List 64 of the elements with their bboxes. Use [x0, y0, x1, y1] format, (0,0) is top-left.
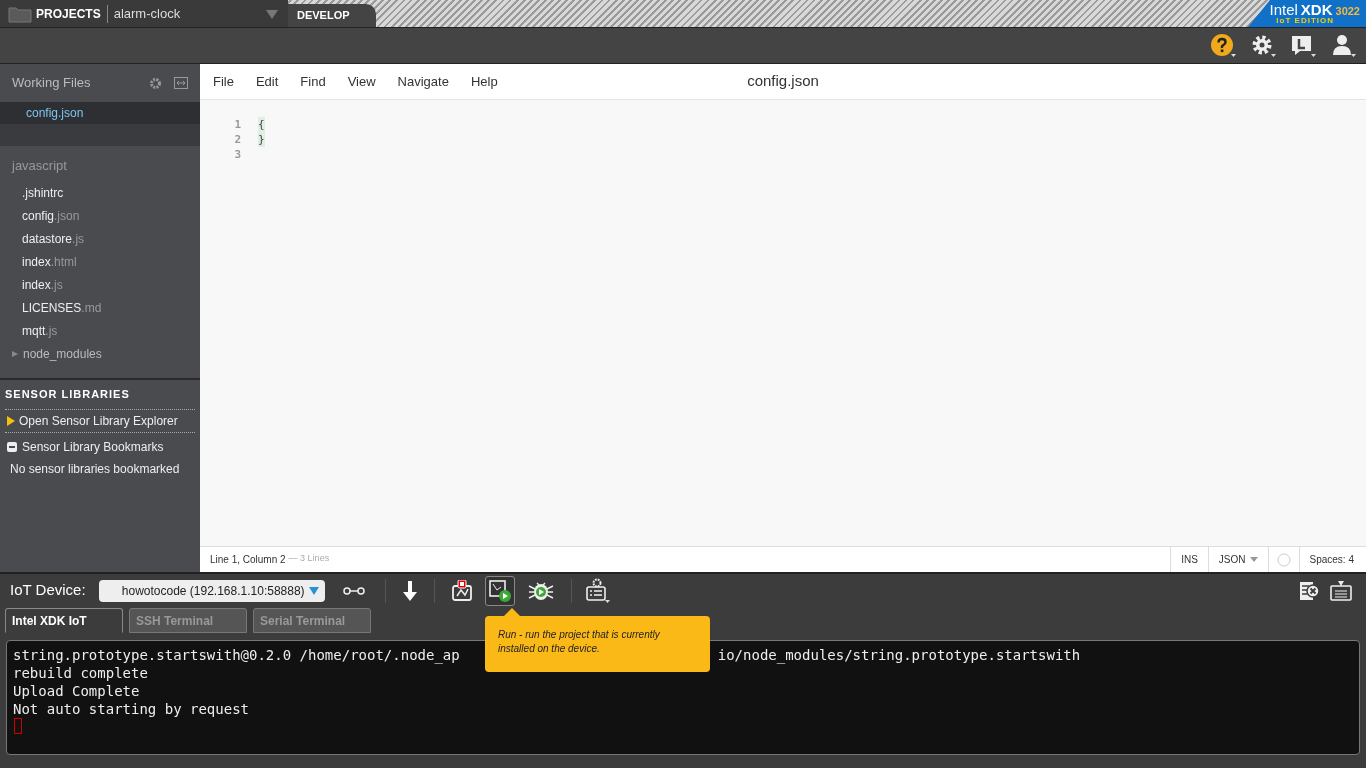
folder-item[interactable]: node_modules: [0, 342, 200, 366]
caret-icon: [308, 586, 319, 595]
sidebar-file[interactable]: datastore.js: [0, 227, 200, 251]
empty-message: No sensor libraries bookmarked: [9, 460, 181, 478]
collapsed-arrow-icon[interactable]: [12, 351, 18, 357]
device-settings-icon[interactable]: [583, 577, 610, 604]
stop-icon[interactable]: [450, 579, 473, 602]
play-arrow-icon[interactable]: [7, 415, 15, 426]
cursor-position: Line 1, Column 2: [210, 553, 286, 567]
caret-icon: [1249, 557, 1258, 562]
terminal-line: io/node_modules/string.prototype.startswith: [717, 646, 1081, 664]
menu-item[interactable]: View: [336, 71, 387, 92]
connect-icon[interactable]: [342, 585, 365, 596]
menu-item[interactable]: Help: [459, 71, 509, 92]
brand-product: XDK: [1300, 2, 1333, 17]
device-label: IoT Device:: [10, 580, 86, 601]
dropdown-caret-icon[interactable]: [266, 8, 278, 19]
menu-item[interactable]: Find: [289, 71, 337, 92]
line-count: — 3 Lines: [288, 552, 330, 565]
code-text: {: [258, 117, 265, 132]
terminal-line: rebuild complete: [13, 664, 148, 682]
tooltip: Run - run the project that is currently installed on the device.: [485, 616, 710, 672]
sidebar-file[interactable]: index.html: [0, 250, 200, 274]
sidebar-file[interactable]: LICENSES.md: [0, 296, 200, 320]
device-dropdown[interactable]: howotocode (192.168.1.10:58888): [98, 579, 325, 602]
menu-item[interactable]: Navigate: [386, 71, 460, 92]
working-file-item[interactable]: config.json: [0, 102, 200, 124]
help-icon[interactable]: [1210, 32, 1236, 59]
split-view-icon[interactable]: [174, 77, 188, 89]
code-text: }: [258, 132, 265, 147]
circle-icon: [1276, 552, 1291, 567]
develop-tab[interactable]: DEVELOP: [288, 4, 376, 27]
projects-label[interactable]: PROJECTS: [36, 4, 108, 23]
tooltip-arrow: [504, 608, 520, 616]
file-title: config.json: [747, 71, 819, 92]
section-title: Working Files: [12, 74, 92, 93]
menu-item[interactable]: File: [202, 71, 245, 92]
cursor: [14, 718, 22, 734]
edition-label: IoT EDITION: [1276, 17, 1334, 25]
sidebar-file[interactable]: mqtt.js: [0, 319, 200, 343]
line-number: 3: [233, 147, 241, 162]
menu-item[interactable]: Edit: [244, 71, 290, 92]
line-number: 1: [233, 117, 241, 132]
collapse-icon[interactable]: [7, 442, 17, 452]
terminal-line: Not auto starting by request: [13, 700, 249, 718]
sidebar-file[interactable]: .jshintrc: [0, 181, 200, 205]
project-name: alarm-clock: [113, 4, 182, 23]
terminal-tab[interactable]: Intel XDK IoT: [5, 608, 123, 633]
build-number: 3022: [1335, 6, 1360, 17]
sidebar-file[interactable]: index.js: [0, 273, 200, 297]
line-number: 2: [233, 132, 241, 147]
terminal-icon[interactable]: [1330, 580, 1352, 601]
download-icon[interactable]: [401, 580, 418, 601]
section-title: SENSOR LIBRARIES: [5, 386, 195, 410]
run-icon: [488, 579, 511, 602]
section-title[interactable]: Sensor Library Bookmarks: [22, 438, 164, 456]
brand-name: Intel: [1269, 2, 1298, 17]
user-icon[interactable]: [1330, 32, 1356, 59]
clear-log-icon[interactable]: [1298, 579, 1320, 602]
terminal-line: Upload Complete: [13, 682, 140, 700]
terminal-line: string.prototype.startswith@0.2.0 /home/root/.node_ap: [13, 646, 460, 664]
explorer-link[interactable]: Open Sensor Library Explorer: [19, 411, 178, 430]
run-button[interactable]: [484, 575, 515, 606]
sidebar-file[interactable]: config.json: [0, 204, 200, 228]
